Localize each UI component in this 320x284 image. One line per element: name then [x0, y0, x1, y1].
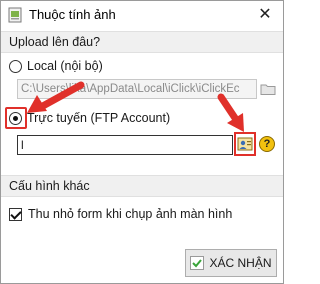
properties-dialog: Thuộc tính ảnh ✕ Upload lên đâu? Local (… — [0, 0, 284, 284]
arrow-to-ftp-button-annotation — [217, 93, 244, 132]
ftp-account-button[interactable] — [234, 132, 256, 156]
online-radio[interactable] — [9, 111, 22, 125]
local-radio-label: Local (nội bộ) — [27, 59, 103, 73]
minimize-option[interactable]: Thu nhỏ form khi chụp ảnh màn hình — [9, 206, 232, 222]
window-title: Thuộc tính ảnh — [29, 7, 116, 22]
confirm-label: XÁC NHẬN — [209, 256, 272, 270]
ftp-account-icon — [237, 137, 253, 151]
app-icon — [8, 7, 22, 23]
ftp-account-field[interactable]: l — [17, 135, 233, 155]
local-radio[interactable] — [9, 59, 22, 73]
upload-section-header: Upload lên đâu? — [1, 31, 283, 53]
minimize-label: Thu nhỏ form khi chụp ảnh màn hình — [28, 207, 233, 221]
local-radio-option[interactable]: Local (nội bộ) — [9, 57, 103, 75]
minimize-checkbox[interactable] — [9, 207, 22, 221]
other-settings-header: Cấu hình khác — [1, 175, 283, 197]
check-icon — [190, 256, 205, 270]
help-icon: ? — [263, 138, 271, 150]
help-button[interactable]: ? — [259, 136, 275, 152]
confirm-button[interactable]: XÁC NHẬN — [185, 249, 277, 277]
title-bar: Thuộc tính ảnh ✕ — [1, 1, 283, 29]
browse-folder-button[interactable] — [259, 79, 277, 99]
close-button[interactable]: ✕ — [253, 3, 277, 25]
arrow-to-radio-annotation — [27, 81, 85, 113]
close-icon: ✕ — [258, 6, 272, 23]
folder-icon — [260, 84, 276, 95]
